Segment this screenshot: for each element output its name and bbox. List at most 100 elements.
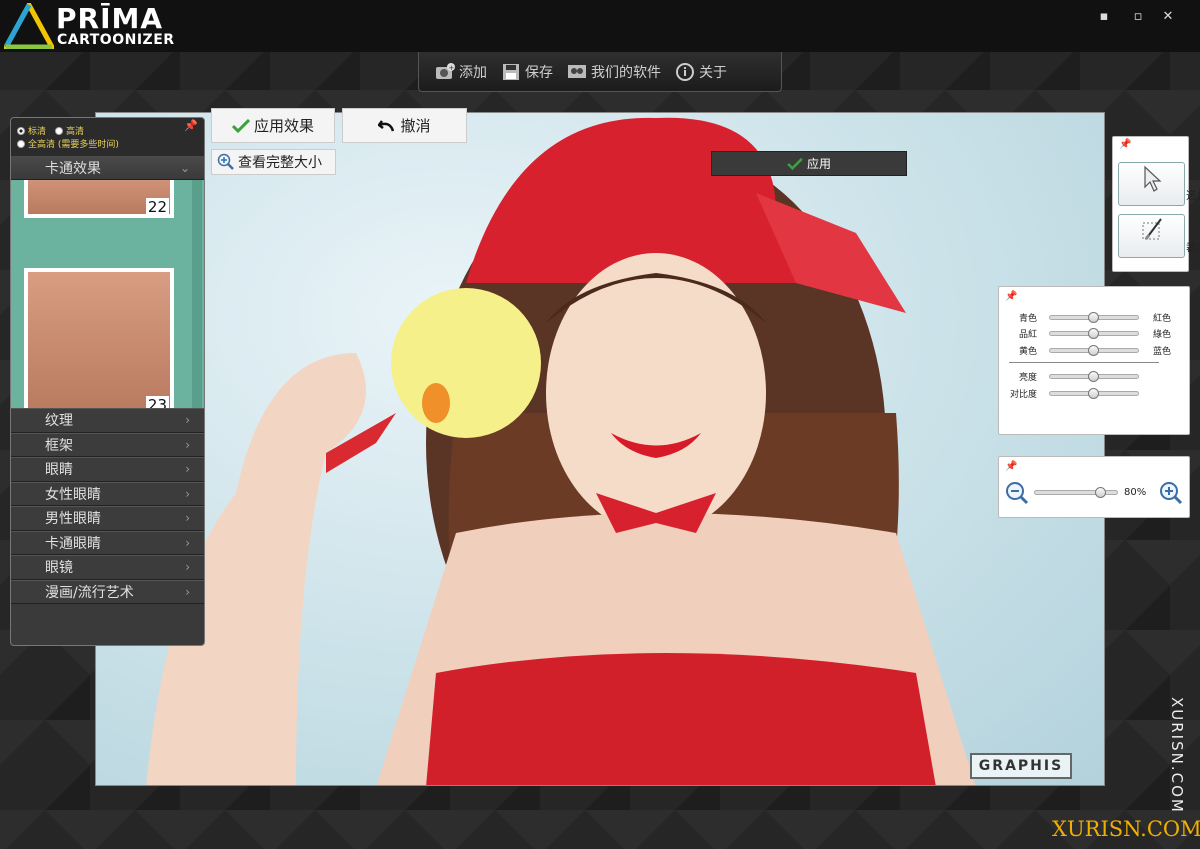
zoom-panel: 📌 80% bbox=[998, 456, 1190, 518]
logo-subtitle: CARTOONIZER bbox=[57, 32, 175, 48]
slider-label: 品紅 bbox=[1018, 329, 1037, 340]
zoom-in-icon[interactable] bbox=[1159, 481, 1183, 505]
slider-knob[interactable] bbox=[1094, 487, 1106, 498]
section-header-cartoon-effects[interactable]: 卡通效果 ⌄ bbox=[11, 156, 204, 180]
zoom-out-icon[interactable] bbox=[1005, 481, 1029, 505]
apply-button[interactable]: 应用 bbox=[711, 151, 907, 176]
category-frame[interactable]: 框架 › bbox=[11, 432, 204, 457]
quality-high-radio[interactable] bbox=[55, 126, 64, 135]
site-watermark-vertical: XURISN.COM bbox=[1168, 697, 1186, 814]
apply-label: 应用 bbox=[806, 157, 831, 171]
save-label: 保存 bbox=[525, 64, 553, 81]
slider-knob[interactable] bbox=[1088, 344, 1099, 356]
info-icon bbox=[676, 62, 694, 81]
pin-icon[interactable]: 📌 bbox=[1119, 139, 1131, 150]
category-male-eyes[interactable]: 男性眼睛 › bbox=[11, 506, 204, 531]
category-label: 漫画/流行艺术 bbox=[45, 584, 134, 601]
chevron-right-icon: › bbox=[185, 560, 190, 575]
magenta-green-row: 品紅 綠色 bbox=[999, 327, 1191, 340]
slider-knob[interactable] bbox=[1088, 311, 1099, 323]
apply-effect-label: 应用效果 bbox=[253, 117, 314, 135]
category-label: 眼睛 bbox=[45, 462, 73, 479]
cyan-red-slider[interactable] bbox=[1049, 311, 1139, 323]
view-full-size-label: 查看完整大小 bbox=[238, 155, 322, 171]
chevron-right-icon: › bbox=[185, 486, 190, 501]
brightness-row: 亮度 bbox=[999, 370, 1191, 383]
category-label: 眼镜 bbox=[45, 560, 73, 577]
category-eyes[interactable]: 眼睛 › bbox=[11, 457, 204, 482]
category-label: 男性眼睛 bbox=[45, 511, 101, 528]
crop-icon bbox=[1142, 218, 1162, 240]
undo-icon bbox=[378, 119, 395, 131]
thumbnail-scrollbar[interactable] bbox=[192, 180, 202, 408]
zoom-value: 80% bbox=[1124, 487, 1147, 498]
slider-label: 对比度 bbox=[1009, 389, 1037, 400]
cartoon-photo bbox=[146, 117, 976, 785]
slider-label: 亮度 bbox=[1018, 372, 1037, 383]
quality-options: 📌 标清 高清 全高清 (需要多些时间) bbox=[11, 118, 204, 156]
thumbnail-23[interactable]: 23 bbox=[24, 268, 174, 408]
quality-standard-label: 标清 bbox=[28, 127, 47, 137]
chevron-right-icon: › bbox=[185, 413, 190, 428]
minimize-button[interactable]: ▪ bbox=[1092, 8, 1116, 26]
crop-tool-button[interactable]: 裁剪 bbox=[1118, 214, 1200, 258]
image-canvas[interactable]: GRAPHIS bbox=[95, 112, 1105, 786]
color-adjust-panel: 📌 青色 紅色 品紅 綠色 黄色 蓝色 亮度 对比度 bbox=[998, 286, 1190, 435]
category-label: 女性眼睛 bbox=[45, 486, 101, 503]
contrast-slider[interactable] bbox=[1049, 387, 1139, 399]
thumbnail-list: 22 23 bbox=[11, 180, 204, 408]
category-texture[interactable]: 纹理 › bbox=[11, 408, 204, 433]
site-watermark: XURISN.COM bbox=[1052, 817, 1200, 841]
pin-icon[interactable]: 📌 bbox=[184, 119, 198, 132]
slider-knob[interactable] bbox=[1088, 370, 1099, 382]
brightness-slider[interactable] bbox=[1049, 370, 1139, 382]
pin-icon[interactable]: 📌 bbox=[1005, 461, 1017, 472]
save-button[interactable]: 保存 bbox=[501, 62, 553, 82]
our-software-button[interactable]: 我们的软件 bbox=[567, 62, 661, 82]
yellow-blue-slider[interactable] bbox=[1049, 344, 1139, 356]
maximize-button[interactable]: ▫ bbox=[1126, 8, 1150, 26]
add-image-icon: + bbox=[436, 62, 455, 79]
slider-label-right: 綠色 bbox=[1153, 329, 1172, 340]
crop-label: 裁剪 bbox=[1186, 241, 1200, 254]
quality-full-label: 全高清 (需要多些时间) bbox=[28, 140, 119, 150]
chevron-right-icon: › bbox=[185, 437, 190, 452]
checkmark-icon bbox=[787, 157, 803, 170]
category-label: 框架 bbox=[45, 437, 73, 454]
magenta-green-slider[interactable] bbox=[1049, 327, 1139, 339]
undo-label: 撤消 bbox=[400, 117, 431, 135]
add-label: 添加 bbox=[459, 64, 487, 81]
face-thumbnail-image bbox=[28, 272, 170, 408]
about-button[interactable]: 关于 bbox=[675, 62, 727, 82]
add-button[interactable]: + 添加 bbox=[435, 62, 487, 82]
thumbnail-number: 22 bbox=[145, 198, 169, 216]
main-toolbar: + 添加 保存 我们的软件 关于 bbox=[418, 52, 782, 92]
about-label: 关于 bbox=[699, 64, 727, 81]
select-label: 选择 bbox=[1186, 189, 1200, 202]
apply-effect-button[interactable]: 应用效果 bbox=[211, 108, 335, 143]
slider-knob[interactable] bbox=[1088, 387, 1099, 399]
contrast-row: 对比度 bbox=[999, 387, 1191, 400]
undo-button[interactable]: 撤消 bbox=[342, 108, 467, 143]
view-full-size-button[interactable]: 查看完整大小 bbox=[211, 149, 336, 175]
thumbnail-22[interactable]: 22 bbox=[24, 180, 174, 218]
pin-icon[interactable]: 📌 bbox=[1005, 291, 1017, 302]
cursor-icon bbox=[1143, 165, 1162, 192]
category-cartoon-eyes[interactable]: 卡通眼睛 › bbox=[11, 530, 204, 555]
close-button[interactable]: ✕ bbox=[1156, 8, 1180, 26]
quality-standard-radio[interactable] bbox=[17, 126, 25, 135]
svg-text:+: + bbox=[449, 64, 455, 72]
divider bbox=[1009, 362, 1159, 363]
image-watermark: GRAPHIS bbox=[970, 753, 1072, 779]
chevron-down-icon: ⌄ bbox=[179, 160, 190, 175]
quality-full-radio[interactable] bbox=[17, 139, 25, 148]
slider-label-right: 紅色 bbox=[1153, 313, 1172, 324]
select-tool-button[interactable]: 选择 bbox=[1118, 162, 1200, 206]
category-female-eyes[interactable]: 女性眼睛 › bbox=[11, 481, 204, 506]
category-glasses[interactable]: 眼镜 › bbox=[11, 555, 204, 580]
zoom-slider[interactable] bbox=[1034, 487, 1118, 498]
category-label: 纹理 bbox=[45, 413, 73, 430]
category-comic-pop-art[interactable]: 漫画/流行艺术 › bbox=[11, 579, 204, 604]
our-software-label: 我们的软件 bbox=[591, 64, 661, 81]
slider-knob[interactable] bbox=[1088, 327, 1099, 339]
